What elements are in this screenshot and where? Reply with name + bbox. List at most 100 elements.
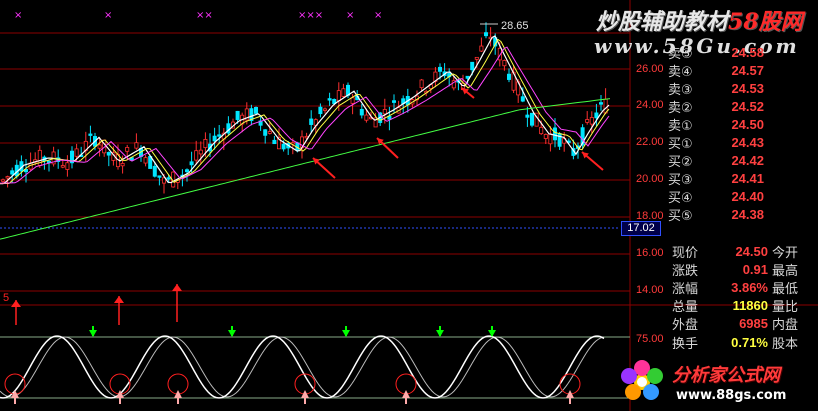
candle-body xyxy=(474,56,479,60)
candle-body xyxy=(557,133,562,147)
order-book-row: 卖③ 24.53 xyxy=(668,79,818,98)
candle-body xyxy=(539,126,544,135)
order-book-label: 卖④ xyxy=(668,64,693,80)
oscillator-signal-line xyxy=(0,336,605,398)
order-book-label: 卖② xyxy=(668,100,693,116)
candle-body xyxy=(235,110,240,120)
candle-body xyxy=(157,175,162,178)
candle-body xyxy=(525,114,530,118)
quote-value: 6985 xyxy=(739,316,768,332)
candle-body xyxy=(594,112,599,119)
order-book-price: 24.41 xyxy=(731,171,764,187)
candle-body xyxy=(106,152,111,156)
order-book-row: 买④ 24.40 xyxy=(668,188,818,206)
order-book-price: 24.40 xyxy=(731,189,764,205)
quote-row: 外盘 6985 内盘 xyxy=(672,315,812,333)
candle-body xyxy=(65,162,70,170)
candle-body xyxy=(470,61,475,71)
quote-label-secondary: 最低 xyxy=(772,281,799,297)
candle-body xyxy=(336,90,341,102)
ma10-line xyxy=(0,38,610,184)
arrowhead-icon xyxy=(11,300,21,307)
signal-x-mark: × xyxy=(346,10,354,21)
candle-body xyxy=(364,114,369,121)
watermark-title: 炒股辅助教材58股网 xyxy=(596,9,803,35)
candle-body xyxy=(483,32,488,37)
candle-body xyxy=(5,176,10,179)
candle-body xyxy=(272,139,277,145)
candle-body xyxy=(0,179,6,182)
current-price-marker: 17.02 xyxy=(621,221,661,236)
candle-body xyxy=(125,147,130,152)
candle-body xyxy=(502,60,507,67)
order-book-label: 买④ xyxy=(668,191,693,207)
order-book-row: 卖⑤ 24.58 xyxy=(668,43,818,62)
candle-body xyxy=(97,144,102,149)
signal-x-mark: × xyxy=(104,10,112,21)
watermark-logo-url: www.88gs.com xyxy=(676,388,787,403)
signal-x-mark: ××× xyxy=(298,10,323,21)
candle-body xyxy=(253,107,258,114)
arrowhead-icon xyxy=(172,284,182,291)
candle-body xyxy=(327,98,332,101)
price-axis-tick: 20.00 xyxy=(636,173,664,185)
order-book-row: 买② 24.42 xyxy=(668,152,818,170)
candle-body xyxy=(143,157,148,164)
order-book-label: 买② xyxy=(668,155,693,171)
candle-body xyxy=(437,66,442,72)
order-book-row: 买⑤ 24.38 xyxy=(668,206,818,224)
peak-price-label: 28.65 xyxy=(501,20,529,32)
order-book-label: 买① xyxy=(668,137,693,153)
ma20-line xyxy=(0,46,610,184)
order-book-label: 卖① xyxy=(668,118,693,134)
stock-chart-window: × × ×× ××× × × 5 28.65 26.00 24.00 22.00 20.00… xyxy=(0,0,818,411)
candle-body xyxy=(543,134,548,139)
candle-body xyxy=(88,133,93,136)
oscillator-line xyxy=(0,335,605,399)
quote-value: 0.71% xyxy=(731,334,768,350)
order-book-row: 买① 24.43 xyxy=(668,133,818,153)
candle-body xyxy=(10,170,15,175)
candle-body xyxy=(194,150,199,161)
price-axis-tick: 22.00 xyxy=(636,136,664,148)
candle-body xyxy=(263,129,268,136)
quote-label: 现价 xyxy=(672,245,699,261)
candle-body xyxy=(184,169,189,173)
candle-body xyxy=(520,96,525,102)
candle-body xyxy=(553,127,558,141)
order-book-label: 买⑤ xyxy=(668,209,693,225)
quote-value: 11860 xyxy=(732,298,768,314)
order-book-row: 卖④ 24.57 xyxy=(668,61,818,80)
order-book: 卖⑤ 24.58 卖④ 24.57 卖③ 24.53 卖② 24.52 卖① 24.50 买① 24.… xyxy=(668,43,818,225)
order-book-price: 24.53 xyxy=(731,80,764,96)
order-book-price: 24.50 xyxy=(731,116,764,132)
order-book-price: 24.43 xyxy=(731,135,764,151)
quote-label: 涨幅 xyxy=(672,281,699,297)
arrowhead-icon xyxy=(114,296,124,303)
ma60-line xyxy=(0,98,611,240)
quote-row: 现价 24.50 今开 xyxy=(672,242,812,261)
candle-body xyxy=(60,165,65,168)
candle-body xyxy=(212,135,217,142)
candle-body xyxy=(318,106,323,115)
candle-body xyxy=(120,162,125,167)
order-book-label: 买③ xyxy=(668,173,693,189)
candle-body xyxy=(530,112,535,126)
quote-value: 3.86% xyxy=(731,279,768,295)
price-axis-tick: 16.00 xyxy=(636,247,664,259)
candle-body xyxy=(309,118,314,125)
quote-label: 外盘 xyxy=(672,318,699,334)
order-book-row: 卖② 24.52 xyxy=(668,97,818,116)
order-book-row: 买③ 24.41 xyxy=(668,170,818,188)
candle-body xyxy=(599,102,604,105)
quote-label-secondary: 量比 xyxy=(772,300,799,316)
order-book-row: 卖① 24.50 xyxy=(668,115,818,134)
quote-value: 0.91 xyxy=(742,261,768,277)
candle-body xyxy=(419,79,424,89)
oscillator-axis-tick: 75.00 xyxy=(636,333,664,345)
quote-label: 换手 xyxy=(672,336,699,352)
order-book-label: 卖⑤ xyxy=(668,46,693,62)
signal-x-mark: ×× xyxy=(196,10,213,21)
candle-body xyxy=(589,117,594,125)
candle-body xyxy=(548,133,553,145)
